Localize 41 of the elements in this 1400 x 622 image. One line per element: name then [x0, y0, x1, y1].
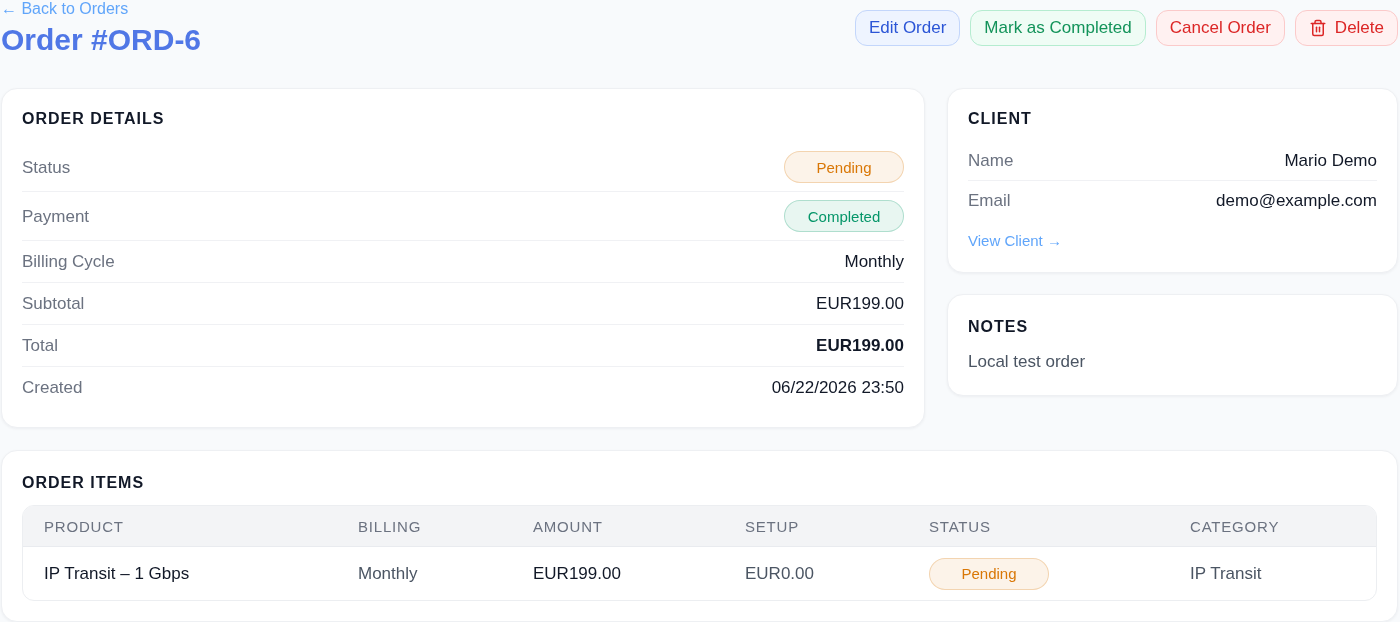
table-cell-text: IP Transit – 1 Gbps: [44, 563, 190, 585]
status-badge: Completed: [784, 200, 904, 232]
field-label: Name: [968, 150, 1014, 172]
field-label: Status: [22, 156, 71, 179]
table-cell-text: IP Transit: [1190, 563, 1262, 585]
table-cell-text: EUR199.00: [533, 563, 621, 585]
column-header: PRODUCT: [43, 517, 124, 535]
section-title: ORDER ITEMS: [22, 473, 146, 493]
field-label: Created: [22, 377, 83, 399]
field-label: Subtotal: [22, 293, 85, 315]
status-badge: Pending: [929, 557, 1049, 590]
column-header: SETUP: [744, 517, 799, 535]
column-header: STATUS: [928, 517, 991, 535]
back-link[interactable]: ← Back to Orders: [1, 0, 129, 18]
field-label: Payment: [22, 205, 90, 228]
field-value: Monthly: [844, 251, 904, 273]
field-label: Billing Cycle: [22, 251, 115, 273]
field-label: Total: [22, 335, 58, 357]
column-header: BILLING: [357, 517, 422, 535]
edit-button[interactable]: Edit Order: [854, 10, 961, 46]
section-title: CLIENT: [968, 109, 1033, 129]
field-value: EUR199.00: [816, 335, 904, 357]
notes-text: Local test order: [968, 351, 1087, 373]
column-header: AMOUNT: [532, 517, 603, 535]
trash-icon: [1308, 19, 1327, 37]
section-title: ORDER DETAILS: [22, 109, 166, 129]
section-title: NOTES: [968, 317, 1030, 337]
field-value: EUR199.00: [816, 293, 904, 315]
delete-button[interactable]: Delete: [1294, 10, 1398, 46]
page-title: Order #ORD-6: [1, 22, 202, 58]
status-badge: Pending: [784, 151, 904, 183]
table-cell-text: Monthly: [358, 563, 418, 585]
field-label: Email: [968, 190, 1011, 212]
complete-button[interactable]: Mark as Completed: [970, 10, 1146, 46]
view-client-link[interactable]: View Client →: [968, 231, 1062, 251]
table-cell-text: EUR0.00: [745, 563, 814, 585]
column-header: CATEGORY: [1189, 517, 1280, 535]
cancel-button[interactable]: Cancel Order: [1155, 10, 1285, 46]
field-value: demo@example.com: [1216, 190, 1377, 212]
field-value: Mario Demo: [1284, 150, 1377, 172]
field-value: 06/22/2026 23:50: [771, 377, 904, 399]
